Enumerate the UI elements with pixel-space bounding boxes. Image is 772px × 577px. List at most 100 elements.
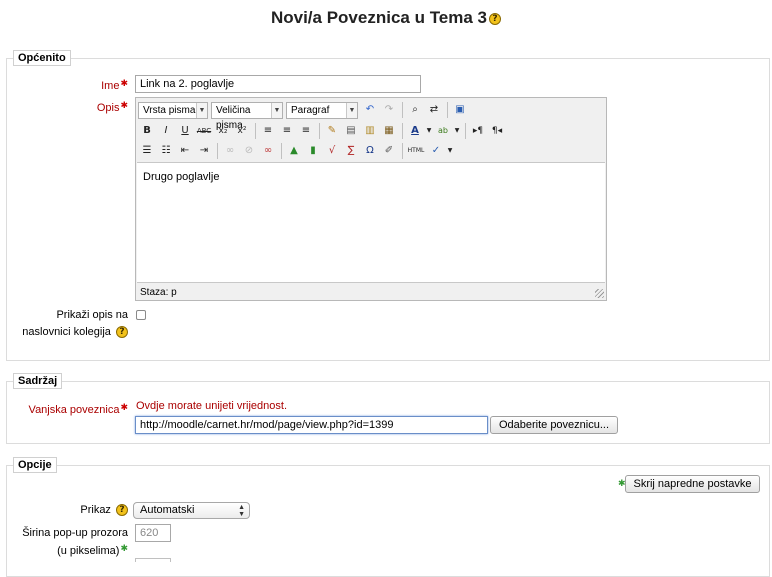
edit-image-icon[interactable]: ✐ (380, 142, 398, 160)
general-legend[interactable]: Općenito (13, 50, 71, 66)
required-star: ✱ (120, 402, 128, 412)
toolbar-separator (217, 143, 218, 159)
search-icon[interactable]: ⌕ (406, 101, 424, 119)
align-right-icon[interactable]: ≡ (297, 122, 315, 140)
page-title-wrap: Novi/a Poveznica u Tema 3? (0, 8, 772, 28)
toolbar-separator (447, 102, 448, 118)
subscript-icon[interactable]: x₂ (214, 122, 232, 140)
equation-icon[interactable]: √ (323, 142, 341, 160)
format-select[interactable]: Paragraf ▼ (286, 101, 358, 119)
name-label-text: Ime (101, 80, 120, 92)
font-size-select[interactable]: Veličina pisma ▼ (211, 101, 283, 131)
popup-width-line-2: (u pikselima) (57, 545, 120, 557)
chevron-down-icon[interactable]: ▼ (453, 122, 461, 140)
chevron-down-icon: ▼ (271, 102, 282, 118)
font-family-value: Vrsta pisma (143, 104, 196, 116)
toolbar-separator (281, 143, 282, 159)
html-editor: Vrsta pisma ▼ Veličina pisma ▼ Paragraf ▼ ↶… (135, 97, 607, 301)
undo-icon[interactable]: ↶ (361, 101, 379, 119)
show-description-checkbox[interactable] (136, 310, 146, 320)
popup-width-line-2-wrap: (u pikselima)✱ (10, 541, 128, 559)
unlink-icon[interactable]: ⊘ (240, 142, 258, 160)
editor-toolbar-row-3: ☰ ☷ ⇤ ⇥ ∞ ⊘ ∞ ▲ ▮ √ ∑ Ω ✐ HTML ✓ ▼ (138, 141, 455, 161)
content-legend[interactable]: Sadržaj (13, 373, 63, 389)
show-description-line-1: Prikaži opis na (56, 309, 128, 321)
strikethrough-icon[interactable]: ABC (195, 122, 213, 140)
superscript-icon[interactable]: x² (233, 122, 251, 140)
font-family-select[interactable]: Vrsta pisma ▼ (138, 101, 208, 119)
clean-format-icon[interactable]: ✎ (323, 122, 341, 140)
advanced-star: ✱ (120, 543, 128, 553)
options-legend[interactable]: Opcije (13, 457, 57, 473)
ltr-icon[interactable]: ▸¶ (469, 122, 487, 140)
chevron-down-icon: ▼ (346, 102, 357, 118)
show-description-line-2-wrap: naslovnici kolegija ? (10, 324, 128, 341)
help-icon[interactable]: ? (116, 504, 128, 517)
popup-width-input[interactable] (135, 524, 171, 542)
editor-status-path: Staza: p (140, 287, 177, 298)
align-left-icon[interactable]: ≡ (259, 122, 277, 140)
indent-icon[interactable]: ⇥ (195, 142, 213, 160)
url-label: Vanjska poveznica✱ (10, 400, 128, 417)
text-color-icon[interactable]: A (406, 122, 424, 140)
editor-toolbar-row-1: Vrsta pisma ▼ Veličina pisma ▼ Paragraf ▼ ↶… (138, 100, 470, 131)
toolbar-separator (255, 123, 256, 139)
page-title: Novi/a Poveznica u Tema 3 (270, 8, 488, 27)
chevron-down-icon[interactable]: ▼ (446, 142, 454, 160)
popup-width-label: Širina pop-up prozora (u pikselima)✱ (10, 526, 128, 559)
align-center-icon[interactable]: ≡ (278, 122, 296, 140)
editor-toolbar-row-2: B I U ABC x₂ x² ≡ ≡ ≡ ✎ ▤ ▥ ▦ A ▼ ab ▼ ▸… (138, 121, 507, 141)
popup-width-line-1: Širina pop-up prozora (22, 527, 128, 539)
display-select[interactable]: Automatski ▲ ▼ (133, 502, 250, 519)
bold-icon[interactable]: B (138, 122, 156, 140)
url-error-message: Ovdje morate unijeti vrijednost. (136, 400, 288, 412)
format-value: Paragraf (291, 104, 330, 116)
chevron-down-icon[interactable]: ▼ (425, 122, 433, 140)
paste-icon[interactable]: ▦ (380, 122, 398, 140)
required-star: ✱ (120, 100, 128, 110)
url-label-text: Vanjska poveznica (28, 404, 120, 416)
name-input[interactable] (135, 75, 421, 93)
rtl-icon[interactable]: ¶◂ (488, 122, 506, 140)
chevron-down-icon: ▼ (196, 102, 207, 118)
spellcheck-icon[interactable]: ✓ (427, 142, 445, 160)
select-arrows-icon: ▲ ▼ (238, 504, 245, 518)
toolbar-separator (402, 102, 403, 118)
paste-text-icon[interactable]: ▤ (342, 122, 360, 140)
toolbar-separator (402, 143, 403, 159)
redo-icon[interactable]: ↷ (380, 101, 398, 119)
html-source-icon[interactable]: HTML (406, 142, 426, 160)
italic-icon[interactable]: I (157, 122, 175, 140)
highlight-color-icon[interactable]: ab (434, 122, 452, 140)
show-description-line-2: naslovnici kolegija (22, 326, 111, 338)
display-label-text: Prikaz (80, 504, 111, 516)
help-icon[interactable]: ? (116, 326, 128, 339)
equation-editor-icon[interactable]: ∑ (342, 142, 360, 160)
display-label: Prikaz ? (10, 503, 128, 517)
nolink-icon[interactable]: ∞ (259, 142, 277, 160)
editor-content: Drugo poglavlje (143, 171, 220, 183)
url-input[interactable] (135, 416, 488, 434)
fullscreen-icon[interactable]: ▣ (451, 101, 469, 119)
media-icon[interactable]: ▮ (304, 142, 322, 160)
bullet-list-icon[interactable]: ☰ (138, 142, 156, 160)
description-label-text: Opis (96, 102, 120, 114)
resize-handle[interactable] (595, 289, 604, 298)
popup-height-input[interactable] (135, 558, 171, 562)
outdent-icon[interactable]: ⇤ (176, 142, 194, 160)
toolbar-separator (402, 123, 403, 139)
numbered-list-icon[interactable]: ☷ (157, 142, 175, 160)
choose-link-button[interactable]: Odaberite poveznicu... (490, 416, 618, 434)
link-icon[interactable]: ∞ (221, 142, 239, 160)
replace-icon[interactable]: ⇄ (425, 101, 443, 119)
underline-icon[interactable]: U (176, 122, 194, 140)
editor-content-area[interactable]: Drugo poglavlje (137, 162, 605, 283)
display-select-value: Automatski (140, 504, 195, 516)
special-char-icon[interactable]: Ω (361, 142, 379, 160)
description-label: Opis✱ (20, 98, 128, 115)
paste-word-icon[interactable]: ▥ (361, 122, 379, 140)
help-icon[interactable]: ? (489, 13, 502, 25)
name-label: Ime✱ (20, 76, 128, 93)
image-icon[interactable]: ▲ (285, 142, 303, 160)
hide-advanced-button[interactable]: Skrij napredne postavke (625, 475, 760, 493)
